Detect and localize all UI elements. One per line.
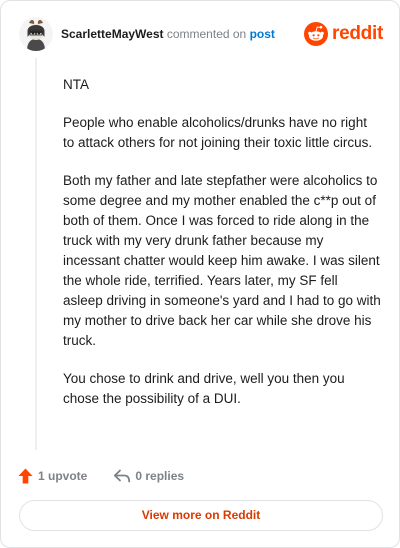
reddit-snoo-icon [304,22,329,46]
reply-arrow-icon [114,469,131,483]
reddit-wordmark: reddit [332,23,383,44]
comment-embed-card: ScarletteMayWest commented on post reddi… [0,0,400,548]
comment-paragraph: NTA [63,77,89,92]
comment-paragraph: People who enable alcoholics/drunks have… [63,115,373,150]
comment-byline: ScarletteMayWest commented on post [61,27,275,41]
user-avatar[interactable] [19,17,53,51]
username-link[interactable]: ScarletteMayWest [61,27,164,41]
comment-actions: 1 upvote 0 replies [18,466,184,486]
replies-count: 0 replies [135,469,185,483]
replies-button[interactable]: 0 replies [87,469,184,483]
comment-header: ScarletteMayWest commented on post reddi… [19,15,385,55]
upvote-button[interactable]: 1 upvote [18,468,87,484]
comment-paragraph: You chose to drink and drive, well you t… [63,371,345,406]
post-link[interactable]: post [250,27,275,41]
reddit-brand-link[interactable]: reddit [304,22,383,46]
upvote-arrow-icon [18,468,33,484]
snoo-avatar-icon [19,17,53,51]
comment-paragraph: Both my father and late stepfather were … [63,173,381,348]
upvote-count: 1 upvote [38,469,88,483]
comment-body: NTA People who enable alcoholics/drunks … [63,75,381,427]
thread-line [35,58,37,450]
view-more-on-reddit-button[interactable]: View more on Reddit [19,500,383,531]
byline-action-text: commented on [166,27,247,41]
